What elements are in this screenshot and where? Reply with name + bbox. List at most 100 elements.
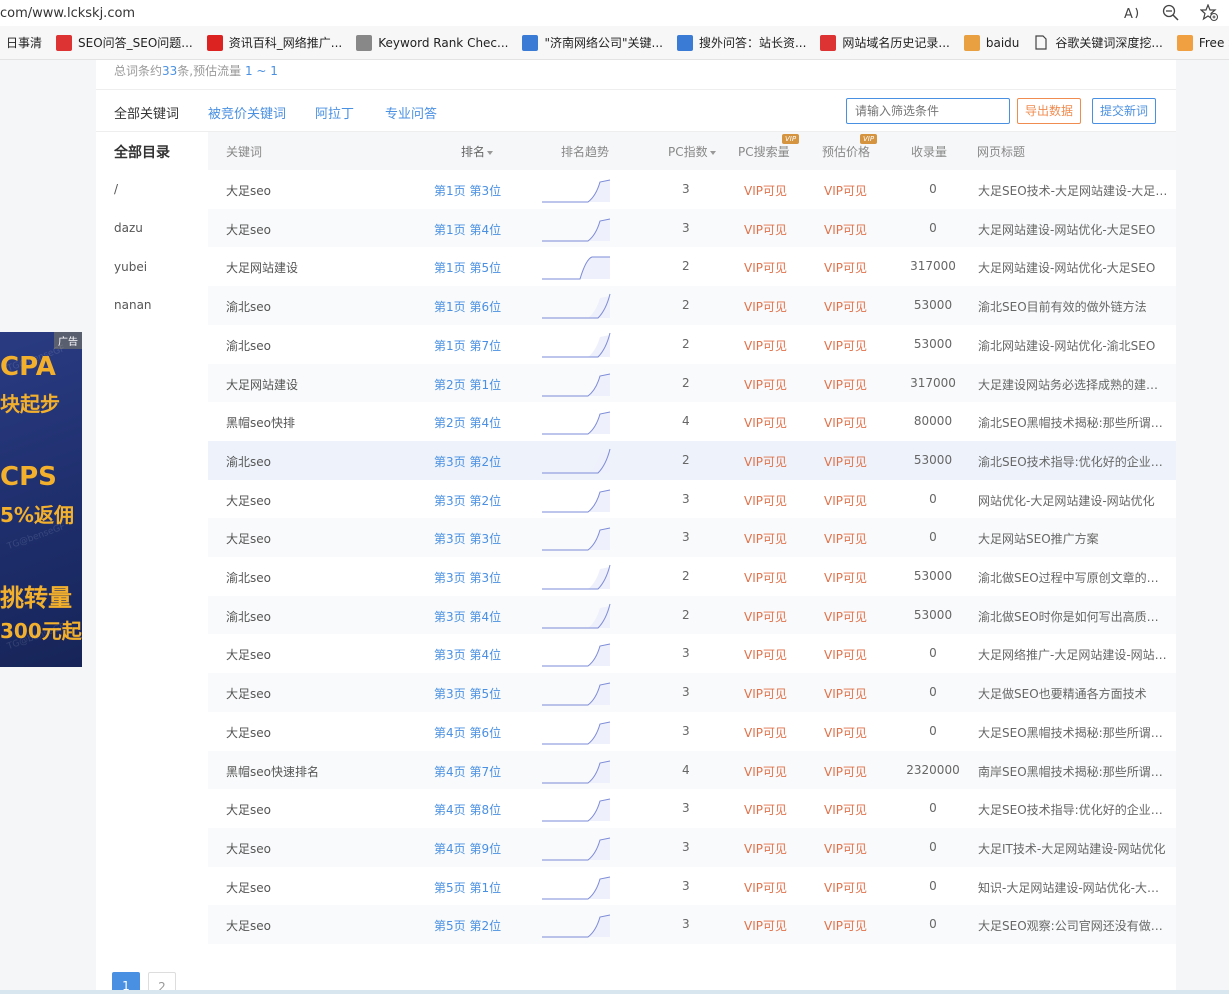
cell-rank[interactable]: 第1页 第6位 <box>434 298 501 315</box>
trend-sparkline[interactable] <box>542 757 612 788</box>
trend-sparkline[interactable] <box>542 563 612 594</box>
cell-page-title[interactable]: 大足做SEO也要精通各方面技术 <box>978 685 1168 702</box>
directory-item[interactable]: / <box>114 182 118 196</box>
cell-rank[interactable]: 第4页 第6位 <box>434 724 501 741</box>
table-row[interactable]: 黑帽seo快排 第2页 第4位 4 VIP可见 VIP可见 80000 渝北SEO黑帽技术揭… <box>208 402 1176 441</box>
cell-page-title[interactable]: 大足网络推广-大足网站建设-网站优化 <box>978 646 1168 663</box>
table-row[interactable]: 黑帽seo快速排名 第4页 第7位 4 VIP可见 VIP可见 2320000 南岸SEO黑… <box>208 750 1176 790</box>
table-row[interactable]: 大足seo 第5页 第1位 3 VIP可见 VIP可见 0 知识-大足网站建设-网站优化-大… <box>208 867 1176 906</box>
cell-page-title[interactable]: 大足网站建设-网站优化-大足SEO <box>978 221 1168 238</box>
cell-pc-search[interactable]: VIP可见 <box>744 298 787 315</box>
cell-rank[interactable]: 第3页 第3位 <box>434 530 501 547</box>
cell-rank[interactable]: 第1页 第3位 <box>434 182 501 199</box>
cell-est-price[interactable]: VIP可见 <box>824 685 867 702</box>
bookmark-item[interactable]: baidu <box>963 34 1019 51</box>
trend-sparkline[interactable] <box>542 408 612 439</box>
cell-est-price[interactable]: VIP可见 <box>824 259 867 276</box>
trend-sparkline[interactable] <box>542 873 612 904</box>
table-row[interactable]: 大足网站建设 第2页 第1位 2 VIP可见 VIP可见 317000 大足建设网站务必选择… <box>208 363 1176 403</box>
cell-page-title[interactable]: 南岸SEO黑帽技术揭秘:那些所谓的快排 <box>978 763 1168 780</box>
bookmark-item[interactable]: 谷歌关键词深度挖... <box>1033 34 1163 51</box>
cell-rank[interactable]: 第3页 第3位 <box>434 569 501 586</box>
trend-sparkline[interactable] <box>542 602 612 633</box>
table-row[interactable]: 渝北seo 第1页 第6位 2 VIP可见 VIP可见 53000 渝北SEO目前有效的做外… <box>208 286 1176 325</box>
export-button[interactable]: 导出数据 <box>1017 98 1082 124</box>
trend-sparkline[interactable] <box>542 292 612 323</box>
cell-page-title[interactable]: 大足SEO观察:公司官网还没有做SEO <box>978 917 1168 934</box>
trend-sparkline[interactable] <box>542 176 612 207</box>
cell-est-price[interactable]: VIP可见 <box>824 453 867 470</box>
cell-pc-search[interactable]: VIP可见 <box>744 724 787 741</box>
cell-pc-search[interactable]: VIP可见 <box>744 646 787 663</box>
cell-pc-search[interactable]: VIP可见 <box>744 182 787 199</box>
cell-pc-search[interactable]: VIP可见 <box>744 608 787 625</box>
table-row[interactable]: 渝北seo 第1页 第7位 2 VIP可见 VIP可见 53000 渝北网站建设-网站优化-… <box>208 325 1176 364</box>
cell-pc-search[interactable]: VIP可见 <box>744 801 787 818</box>
bookmark-item[interactable]: 日事清 <box>6 34 42 51</box>
cell-est-price[interactable]: VIP可见 <box>824 569 867 586</box>
bookmark-item[interactable]: SEO问答_SEO问题... <box>56 34 193 51</box>
cell-rank[interactable]: 第5页 第1位 <box>434 879 501 896</box>
tab-aladdin[interactable]: 阿拉丁 <box>315 103 354 122</box>
cell-pc-search[interactable]: VIP可见 <box>744 840 787 857</box>
table-row[interactable]: 大足seo 第1页 第4位 3 VIP可见 VIP可见 0 大足网站建设-网站优化-大足SE… <box>208 208 1176 248</box>
trend-sparkline[interactable] <box>542 215 612 246</box>
trend-sparkline[interactable] <box>542 331 612 362</box>
table-row[interactable]: 大足seo 第4页 第9位 3 VIP可见 VIP可见 0 大足IT技术-大足网站建设-网站… <box>208 827 1176 867</box>
submit-keyword-button[interactable]: 提交新词 <box>1092 98 1157 124</box>
cell-est-price[interactable]: VIP可见 <box>824 724 867 741</box>
cell-est-price[interactable]: VIP可见 <box>824 492 867 509</box>
trend-sparkline[interactable] <box>542 834 612 865</box>
table-row[interactable]: 渝北seo 第3页 第3位 2 VIP可见 VIP可见 53000 渝北做SEO过程中写原创… <box>208 557 1176 596</box>
cell-pc-search[interactable]: VIP可见 <box>744 879 787 896</box>
cell-page-title[interactable]: 网站优化-大足网站建设-网站优化 <box>978 492 1168 509</box>
tab-bid-keywords[interactable]: 被竞价关键词 <box>208 103 286 122</box>
cell-pc-search[interactable]: VIP可见 <box>744 259 787 276</box>
cell-pc-search[interactable]: VIP可见 <box>744 917 787 934</box>
cell-page-title[interactable]: 大足SEO技术指导:优化好的企业网站 <box>978 801 1168 818</box>
table-row[interactable]: 大足seo 第1页 第3位 3 VIP可见 VIP可见 0 大足SEO技术-大足网站建设-大… <box>208 170 1176 209</box>
cell-page-title[interactable]: 大足IT技术-大足网站建设-网站优化 <box>978 840 1168 857</box>
cell-est-price[interactable]: VIP可见 <box>824 337 867 354</box>
cell-est-price[interactable]: VIP可见 <box>824 221 867 238</box>
cell-page-title[interactable]: 大足网站SEO推广方案 <box>978 530 1168 547</box>
cell-pc-search[interactable]: VIP可见 <box>744 530 787 547</box>
col-rank[interactable]: 排名 <box>461 143 494 160</box>
cell-rank[interactable]: 第2页 第1位 <box>434 376 501 393</box>
cell-est-price[interactable]: VIP可见 <box>824 530 867 547</box>
bookmark-item[interactable]: 网站域名历史记录... <box>820 34 950 51</box>
cell-pc-search[interactable]: VIP可见 <box>744 453 787 470</box>
trend-sparkline[interactable] <box>542 253 612 284</box>
col-pc-index[interactable]: PC指数 <box>668 143 716 160</box>
trend-sparkline[interactable] <box>542 795 612 826</box>
cell-rank[interactable]: 第3页 第4位 <box>434 646 501 663</box>
cell-page-title[interactable]: 渝北做SEO时你是如何写出高质量文章 <box>978 608 1168 625</box>
cell-pc-search[interactable]: VIP可见 <box>744 763 787 780</box>
favorites-add-icon[interactable] <box>1199 3 1219 23</box>
cell-rank[interactable]: 第3页 第2位 <box>434 453 501 470</box>
cell-est-price[interactable]: VIP可见 <box>824 763 867 780</box>
cell-est-price[interactable]: VIP可见 <box>824 182 867 199</box>
cell-page-title[interactable]: 渝北SEO技术指导:优化好的企业网站 <box>978 453 1168 470</box>
cell-rank[interactable]: 第4页 第9位 <box>434 840 501 857</box>
cell-pc-search[interactable]: VIP可见 <box>744 569 787 586</box>
table-row[interactable]: 大足seo 第3页 第5位 3 VIP可见 VIP可见 0 大足做SEO也要精通各方面技术 <box>208 673 1176 712</box>
ad-banner[interactable]: 广告 TG@benseGF TG@benseGF CPA 块起步 CPS 5%返… <box>0 332 82 667</box>
filter-input[interactable] <box>846 98 1010 124</box>
cell-page-title[interactable]: 大足建设网站务必选择成熟的建站公司 <box>978 376 1168 393</box>
cell-rank[interactable]: 第1页 第7位 <box>434 337 501 354</box>
table-row[interactable]: 大足seo 第4页 第6位 3 VIP可见 VIP可见 0 大足SEO黑帽技术揭秘:那些所谓… <box>208 712 1176 751</box>
table-row[interactable]: 渝北seo 第3页 第2位 2 VIP可见 VIP可见 53000 渝北SEO技术指导:优化… <box>208 440 1176 480</box>
trend-sparkline[interactable] <box>542 679 612 710</box>
cell-est-price[interactable]: VIP可见 <box>824 840 867 857</box>
cell-page-title[interactable]: 渝北网站建设-网站优化-渝北SEO <box>978 337 1168 354</box>
cell-rank[interactable]: 第1页 第4位 <box>434 221 501 238</box>
cell-est-price[interactable]: VIP可见 <box>824 879 867 896</box>
table-row[interactable]: 渝北seo 第3页 第4位 2 VIP可见 VIP可见 53000 渝北做SEO时你是如何写… <box>208 595 1176 635</box>
cell-rank[interactable]: 第5页 第2位 <box>434 917 501 934</box>
directory-item[interactable]: nanan <box>114 298 152 312</box>
trend-sparkline[interactable] <box>542 447 612 478</box>
cell-page-title[interactable]: 渝北SEO目前有效的做外链方法 <box>978 298 1168 315</box>
address-bar[interactable]: com/www.lckskj.com A <box>0 0 1229 26</box>
table-row[interactable]: 大足seo 第3页 第4位 3 VIP可见 VIP可见 0 大足网络推广-大足网站建设-网站… <box>208 634 1176 673</box>
